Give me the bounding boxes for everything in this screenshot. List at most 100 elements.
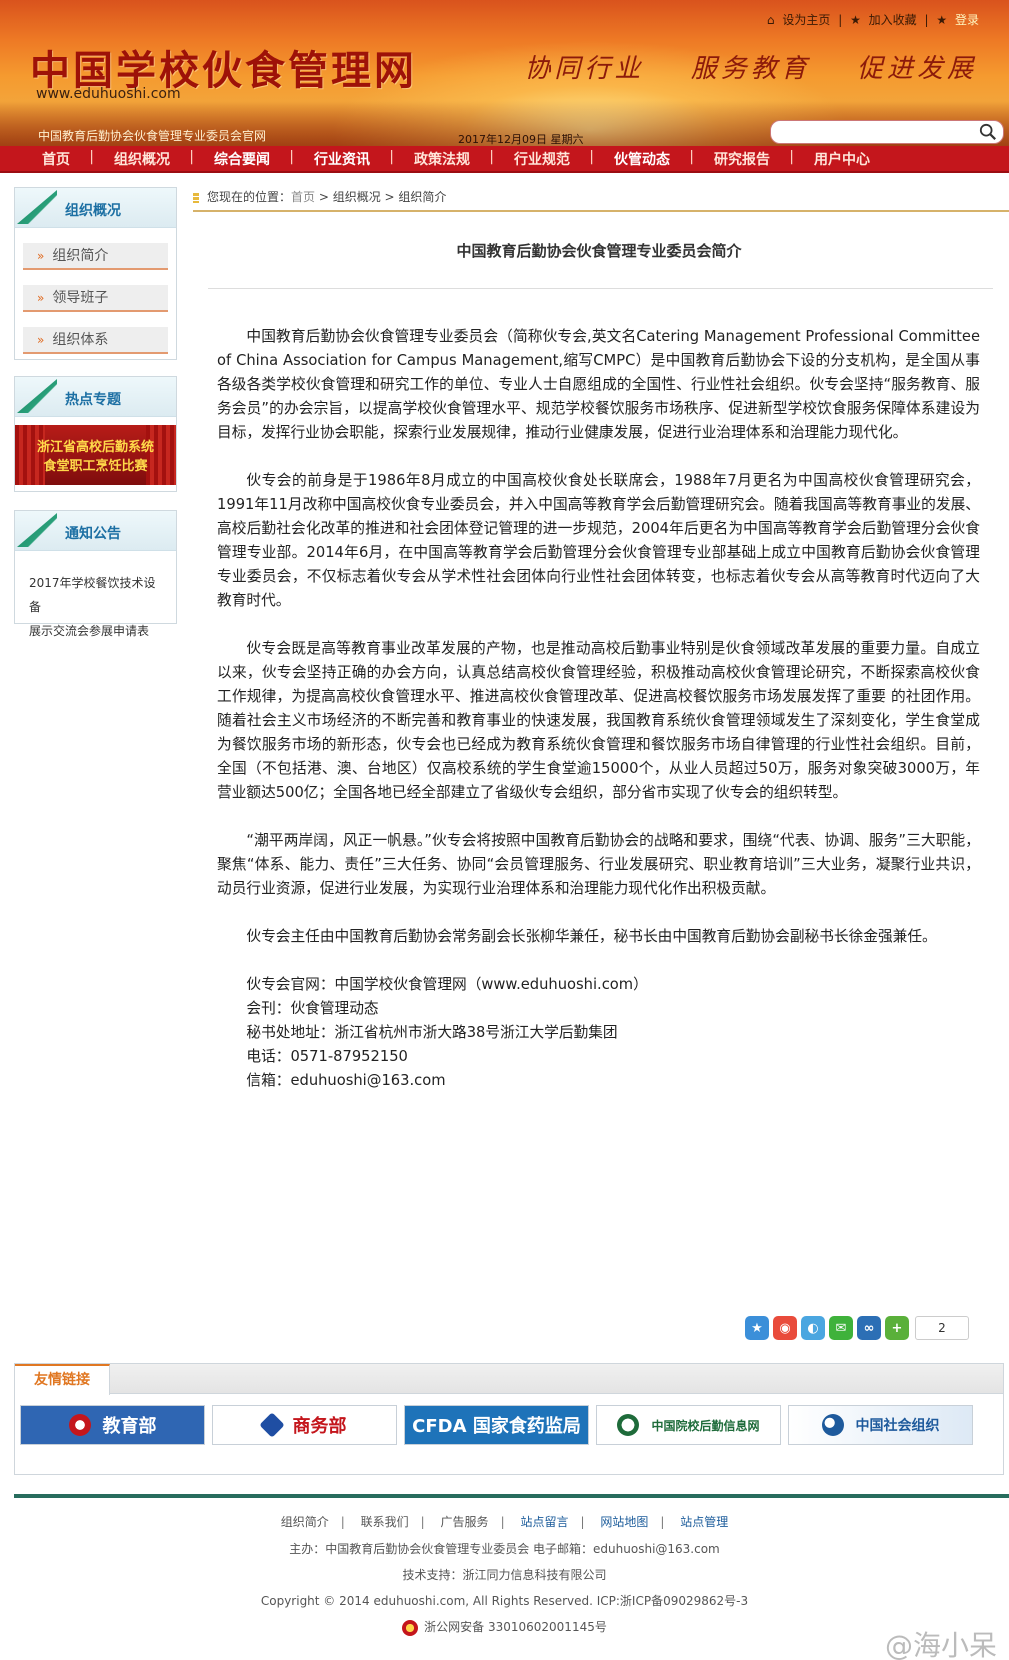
leaf-icon xyxy=(17,190,57,224)
weibo-watermark: @海小呆 xyxy=(884,1629,997,1660)
banner-line: 食堂职工烹饪比赛 xyxy=(43,459,148,474)
footer-link-contact[interactable]: 联系我们 xyxy=(361,1515,409,1529)
contact-journal: 会刊：伙食管理动态 xyxy=(246,1000,379,1017)
article-paragraph: 伙专会的前身是于1986年8月成立的中国高校伙食处长联席会，1988年7月更名为… xyxy=(217,472,980,609)
sidebar-org-title: 组织概况 xyxy=(65,203,121,219)
current-date: 2017年12月09日 星期六 xyxy=(458,133,584,146)
moe-emblem-icon xyxy=(68,1414,91,1436)
footer-copyright: Copyright © 2014 eduhuoshi.com, All Righ… xyxy=(260,1594,749,1608)
sidebar-notice-box: 通知公告 2017年学校餐饮技术设备 展示交流会参展申请表 xyxy=(14,510,177,638)
share-bar: ★ ◉ ◐ ✉ ∞ + 2 xyxy=(745,1316,969,1340)
leaf-icon xyxy=(17,379,57,413)
nav-item-dynamics[interactable]: 伙管动态 xyxy=(592,149,694,169)
link-moe-logo[interactable]: 教育部 xyxy=(20,1405,205,1445)
breadcrumb-icon xyxy=(193,192,199,203)
mofcom-emblem-icon xyxy=(258,1412,285,1438)
footer-sponsor: 主办：中国教育后勤协会伙食管理专业委员会 电子邮箱：eduhuoshi@163.… xyxy=(289,1542,720,1556)
notice-link[interactable]: 2017年学校餐饮技术设备 展示交流会参展申请表 xyxy=(15,551,176,661)
site-url: www.eduhuoshi.com xyxy=(36,86,181,102)
police-badge-icon xyxy=(402,1619,419,1636)
tqq-icon[interactable]: ◐ xyxy=(801,1316,825,1340)
site-subtitle: 中国教育后勤协会伙食管理专业委员会官网 xyxy=(38,129,267,143)
sidebar-item-leaders[interactable]: » 领导班子 xyxy=(23,285,168,312)
footer-link-ads[interactable]: 广告服务 xyxy=(441,1515,489,1529)
footer-link-sitemap[interactable]: 网站地图 xyxy=(600,1515,648,1529)
nav-item-industry[interactable]: 行业资讯 xyxy=(292,149,394,169)
qzone-icon[interactable]: ★ xyxy=(745,1316,769,1340)
search-icon[interactable] xyxy=(979,123,997,141)
top-links: ⌂ 设为主页 | ★ 加入收藏 | ★ 登录 xyxy=(766,13,979,27)
friend-links-tab[interactable]: 友情链接 xyxy=(15,1364,110,1395)
nav-item-org[interactable]: 组织概况 xyxy=(92,149,194,169)
article-paragraph: “潮平两岸阔，风正一帆悬。”伙专会将按照中国教育后勤协会的战略和要求，围绕“代表… xyxy=(217,832,980,897)
footer-link-admin[interactable]: 站点管理 xyxy=(680,1515,728,1529)
sidebar-hot-title: 热点专题 xyxy=(65,392,121,408)
divider xyxy=(193,210,1009,212)
renren-icon[interactable]: ∞ xyxy=(857,1316,881,1340)
footer-link-intro[interactable]: 组织简介 xyxy=(281,1515,329,1529)
nav-item-research[interactable]: 研究报告 xyxy=(692,149,794,169)
footer-link-message[interactable]: 站点留言 xyxy=(520,1515,568,1529)
sidebar-hot-header: 热点专题 xyxy=(15,377,176,417)
link-hqnet-logo[interactable]: 中国院校后勤信息网 xyxy=(596,1405,781,1445)
breadcrumb-home[interactable]: 首页 xyxy=(291,190,315,204)
double-chevron-icon: » xyxy=(37,249,45,263)
leaf-icon xyxy=(17,513,57,547)
sidebar-notice-header: 通知公告 xyxy=(15,511,176,551)
nav-item-home[interactable]: 首页 xyxy=(20,149,94,169)
contact-email: 信箱：eduhuoshi@163.com xyxy=(246,1072,446,1089)
contact-address: 秘书处地址：浙江省杭州市浙大路38号浙江大学后勤集团 xyxy=(246,1024,618,1041)
link-mofcom-logo[interactable]: 商务部 xyxy=(212,1405,397,1445)
site-header: ⌂ 设为主页 | ★ 加入收藏 | ★ 登录 中国学校伙食管理网 www.edu… xyxy=(0,0,1009,146)
search-input[interactable] xyxy=(770,120,1004,144)
article-paragraph: 伙专会主任由中国教育后勤协会常务副会长张柳华兼任，秘书长由中国教育后勤协会副秘书… xyxy=(246,928,937,945)
breadcrumb-current[interactable]: 组织简介 xyxy=(398,190,446,204)
link-cfda-logo[interactable]: CFDA 国家食药监局 xyxy=(404,1405,589,1445)
sidebar-org-box: 组织概况 » 组织简介 » 领导班子 » 组织体系 xyxy=(14,187,177,360)
breadcrumb-org[interactable]: 组织概况 xyxy=(333,190,381,204)
add-favorite-link[interactable]: 加入收藏 xyxy=(869,13,917,27)
nav-item-user-center[interactable]: 用户中心 xyxy=(792,149,892,169)
footer-links: 组织简介 | 联系我们 | 广告服务 | 站点留言 | 网站地图 | 站点管理 xyxy=(280,1515,729,1529)
double-chevron-icon: » xyxy=(37,333,45,347)
contact-info: 伙专会官网：中国学校伙食管理网（www.eduhuoshi.com） 会刊：伙食… xyxy=(217,973,980,1093)
slogan-part: 协同行业 xyxy=(524,54,645,84)
sidebar-notice-title: 通知公告 xyxy=(65,526,121,542)
slogan-part: 促进发展 xyxy=(856,54,977,84)
footer-divider xyxy=(14,1494,1009,1498)
more-icon[interactable]: + xyxy=(885,1316,909,1340)
sidebar-item-structure[interactable]: » 组织体系 xyxy=(23,327,168,354)
link-ngo-logo[interactable]: 中国社会组织 xyxy=(788,1405,973,1445)
wechat-icon[interactable]: ✉ xyxy=(829,1316,853,1340)
header-slogan: 协同行业 服务教育 促进发展 xyxy=(490,48,977,85)
sidebar-org-header: 组织概况 xyxy=(15,188,176,228)
divider xyxy=(208,288,993,289)
nav-item-news[interactable]: 综合要闻 xyxy=(192,149,294,169)
footer-tech-support: 技术支持：浙江同力信息科技有限公司 xyxy=(402,1568,607,1582)
set-homepage-link[interactable]: 设为主页 xyxy=(782,13,830,27)
contact-website: 伙专会官网：中国学校伙食管理网（www.eduhuoshi.com） xyxy=(246,976,648,993)
home-icon: ⌂ xyxy=(766,13,775,27)
nav-item-standards[interactable]: 行业规范 xyxy=(492,149,594,169)
ngo-emblem-icon xyxy=(821,1414,844,1436)
main-nav: 首页 组织概况 综合要闻 行业资讯 政策法规 行业规范 伙管动态 研究报告 用户… xyxy=(0,146,1009,173)
login-link[interactable]: 登录 xyxy=(955,13,979,27)
hqnet-emblem-icon xyxy=(617,1414,640,1436)
weibo-icon[interactable]: ◉ xyxy=(773,1316,797,1340)
footer-police-record[interactable]: 浙公网安备 33010602001145号 xyxy=(0,1618,1009,1636)
contact-phone: 电话：0571-87952150 xyxy=(246,1048,408,1065)
hot-topic-banner[interactable]: 浙江省高校后勤系统 食堂职工烹饪比赛 xyxy=(15,425,176,485)
sidebar-hot-box: 热点专题 浙江省高校后勤系统 食堂职工烹饪比赛 xyxy=(14,376,177,492)
nav-item-policy[interactable]: 政策法规 xyxy=(392,149,494,169)
sidebar-item-intro[interactable]: » 组织简介 xyxy=(23,243,168,270)
star-icon: ★ xyxy=(936,13,948,27)
friend-links-box: 友情链接 教育部 商务部 CFDA 国家食药监局 中国院校后勤信息网 中国社会组… xyxy=(14,1363,1004,1475)
article-body: 中国教育后勤协会伙食管理专业委员会（简称伙专会,英文名Catering Mana… xyxy=(217,325,980,1093)
article-paragraph: 中国教育后勤协会伙食管理专业委员会（简称伙专会,英文名Catering Mana… xyxy=(217,328,980,441)
article-paragraph: 伙专会既是高等教育事业改革发展的产物，也是推动高校后勤事业特别是伙食领域改革发展… xyxy=(217,640,980,801)
banner-line: 浙江省高校后勤系统 xyxy=(36,440,154,455)
article-title: 中国教育后勤协会伙食管理专业委员会简介 xyxy=(456,242,742,260)
double-chevron-icon: » xyxy=(37,291,45,305)
slogan-part: 服务教育 xyxy=(690,54,811,84)
share-count: 2 xyxy=(915,1316,969,1340)
